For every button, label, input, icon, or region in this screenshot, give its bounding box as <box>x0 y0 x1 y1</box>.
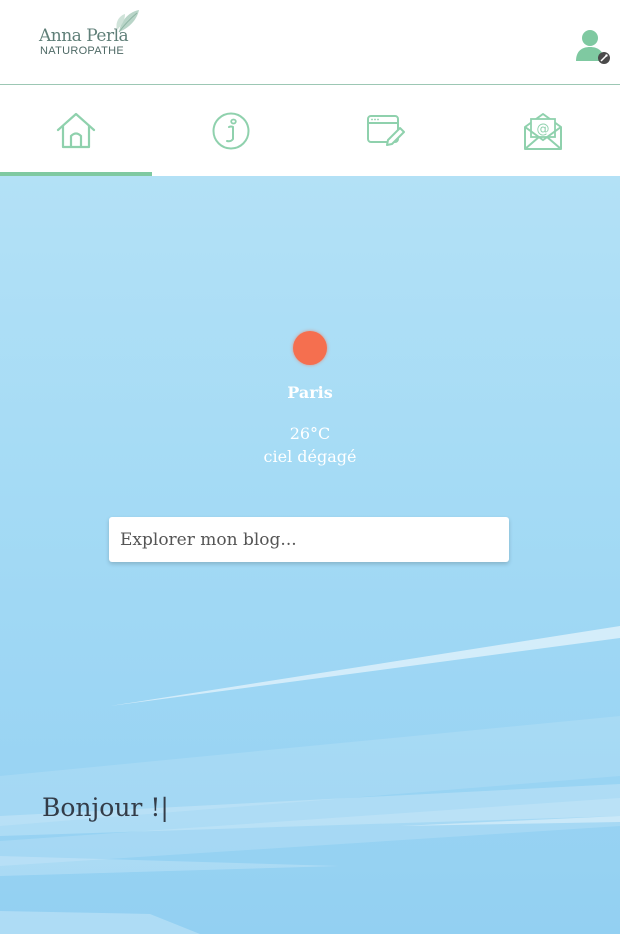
user-account-icon <box>576 30 610 64</box>
sun-icon <box>293 331 327 365</box>
logo-subtitle: NATUROPATHE <box>40 45 124 57</box>
logo[interactable]: Anna Perla NATUROPATHE <box>39 8 149 60</box>
tab-blog[interactable] <box>310 86 462 176</box>
svg-text:@: @ <box>537 122 550 137</box>
greeting: Bonjour !| <box>42 793 169 822</box>
home-icon <box>56 112 96 149</box>
blog-search-input[interactable] <box>109 517 509 562</box>
main-nav: @ <box>0 86 620 176</box>
user-account-button[interactable] <box>572 26 612 66</box>
leaf-icon <box>116 10 139 33</box>
tab-contact[interactable]: @ <box>467 86 619 176</box>
tab-info[interactable] <box>155 86 307 176</box>
weather-city: Paris <box>287 383 333 402</box>
blog-edit-icon <box>367 115 405 146</box>
weather-temperature: 26°C <box>289 424 331 443</box>
typing-cursor: | <box>160 793 169 822</box>
greeting-text: Bonjour ! <box>42 793 161 822</box>
hero-banner: Paris 26°C ciel dégagé Bonjour !| <box>0 176 620 934</box>
tab-home[interactable] <box>0 86 152 176</box>
weather-description: ciel dégagé <box>263 447 357 466</box>
app-header: Anna Perla NATUROPATHE <box>0 0 620 85</box>
mail-icon: @ <box>524 113 562 150</box>
weather-widget: Paris 26°C ciel dégagé <box>0 331 620 466</box>
info-icon <box>212 112 250 150</box>
